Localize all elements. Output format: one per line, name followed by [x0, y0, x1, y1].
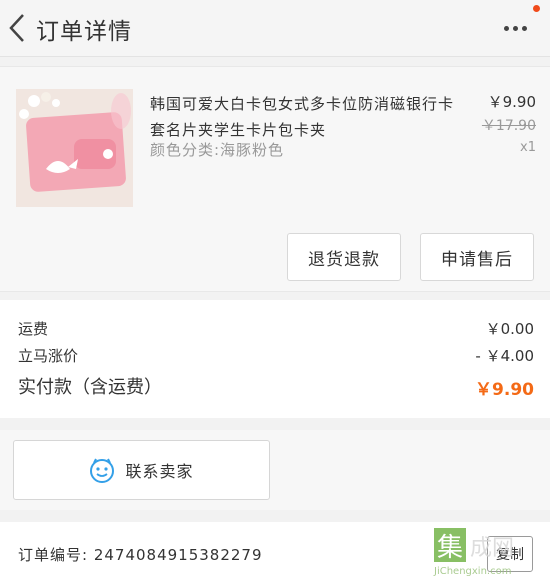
product-name[interactable]: 韩国可爱大白卡包女式多卡位防消磁银行卡套名片夹学生卡片包卡夹 [150, 91, 460, 143]
product-price: ￥9.90 [487, 93, 536, 111]
product-sku: 颜色分类:海豚粉色 [150, 141, 285, 159]
pink-card-wallet-image [16, 89, 133, 207]
page-title: 订单详情 [36, 19, 132, 45]
chat-face-icon [90, 458, 115, 483]
chevron-left-icon[interactable] [6, 12, 30, 44]
discount-label: 立马涨价 [18, 347, 79, 365]
paid-value: ￥9.90 [475, 380, 534, 400]
notification-dot [533, 5, 540, 12]
watermark-logo: 集 成网 JiChengxin.com [430, 528, 548, 578]
discount-value: - ￥4.00 [475, 347, 534, 365]
contact-seller-button[interactable]: 联系卖家 [13, 440, 270, 500]
product-card[interactable]: 韩国可爱大白卡包女式多卡位防消磁银行卡套名片夹学生卡片包卡夹 颜色分类:海豚粉色… [0, 66, 550, 292]
shipping-label: 运费 [18, 320, 49, 338]
original-price: ￥17.90 [481, 118, 536, 134]
watermark-text: 成网 [470, 536, 515, 561]
watermark-url: JiChengxin.com [434, 566, 512, 577]
paid-label: 实付款（含运费） [18, 377, 162, 398]
product-thumbnail[interactable] [16, 89, 133, 207]
product-quantity: x1 [520, 140, 536, 155]
more-dots-icon[interactable] [502, 5, 540, 38]
order-number: 订单编号: 2474084915382279 [18, 546, 263, 564]
contact-seller-label: 联系卖家 [125, 462, 194, 481]
after-sale-button[interactable]: 申请售后 [420, 233, 534, 281]
contact-section: 联系卖家 [0, 430, 550, 510]
return-refund-button[interactable]: 退货退款 [287, 233, 401, 281]
price-summary: 运费 ￥0.00 立马涨价 - ￥4.00 实付款（含运费） ￥9.90 [0, 300, 550, 418]
top-bar: 订单详情 [0, 0, 550, 57]
shipping-value: ￥0.00 [485, 320, 534, 338]
watermark-box: 集 [434, 528, 466, 563]
